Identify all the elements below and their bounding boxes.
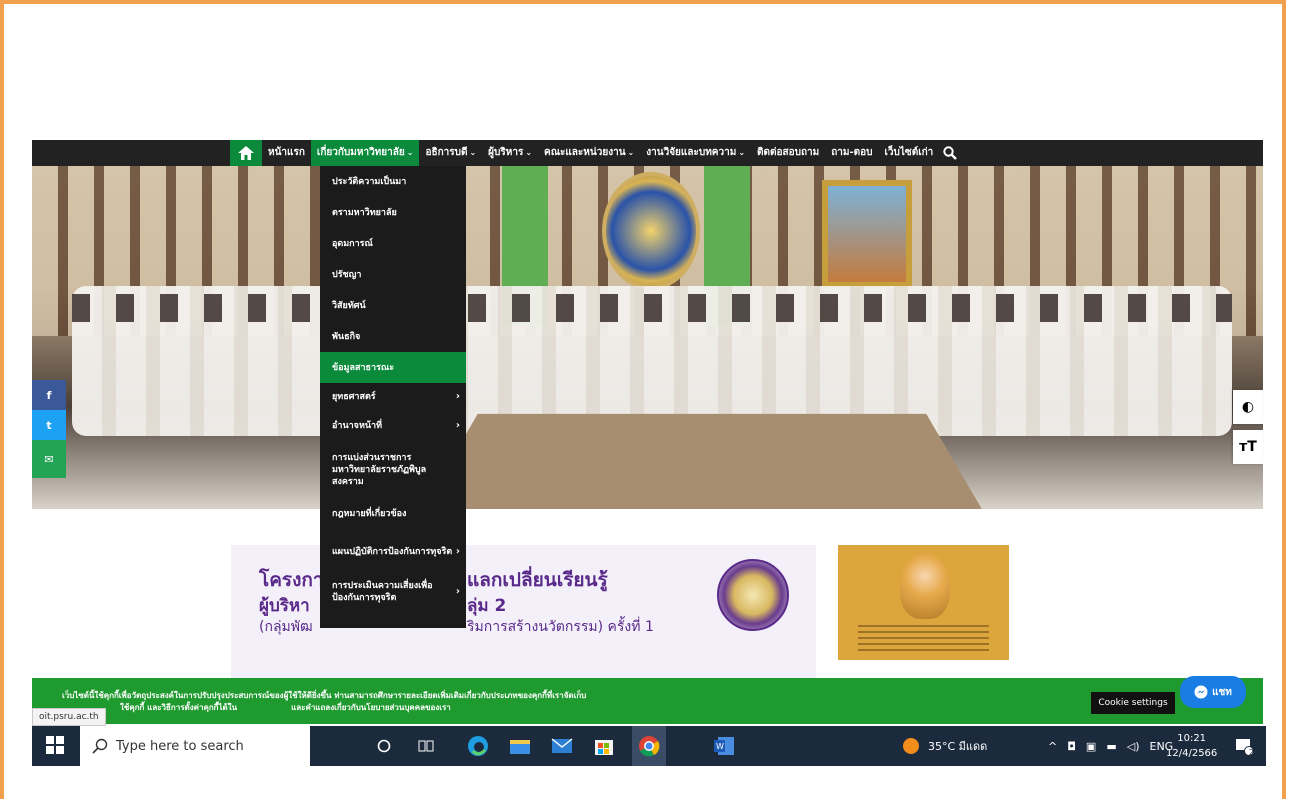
main-navigation: หน้าแรก เกี่ยวกับมหาวิทยาลัย ⌄ อธิการบดี ⌄… <box>32 140 1263 166</box>
search-icon <box>92 738 108 754</box>
dropdown-item-authority[interactable]: อำนาจหน้าที่ › <box>320 411 466 441</box>
messenger-icon <box>1194 685 1208 699</box>
contrast-toggle-button[interactable]: ◐ <box>1233 390 1263 424</box>
banner-fine-print <box>858 625 989 653</box>
dropdown-item-vision[interactable]: วิสัยทัศน์ <box>320 290 466 321</box>
chevron-right-icon: › <box>455 546 460 557</box>
task-view-icon[interactable] <box>414 734 438 758</box>
facebook-icon: f <box>46 388 52 402</box>
nav-item-executives[interactable]: ผู้บริหาร ⌄ <box>482 140 538 166</box>
nav-item-research[interactable]: งานวิจัยและบทความ ⌄ <box>640 140 751 166</box>
chevron-up-icon[interactable]: ^ <box>1048 740 1057 753</box>
agency-logo <box>717 559 789 631</box>
dropdown-item-risk-assessment[interactable]: การประเมินความเสี่ยงเพื่อป้องกันการทุจริ… <box>320 575 466 609</box>
dropdown-item-anti-corruption-plan[interactable]: แผนปฏิบัติการป้องกันการทุจริต › <box>320 529 466 575</box>
event-banner[interactable]: โครงกา แลกเปลี่ยนเรียนรู้ ผู้บริหา ลุ่ม … <box>231 545 816 685</box>
dropdown-item-laws[interactable]: กฎหมายที่เกี่ยวข้อง <box>320 499 466 529</box>
dropdown-item-strategy[interactable]: ยุทธศาสตร์ › <box>320 383 466 411</box>
network-icon[interactable]: ▣ <box>1086 740 1096 753</box>
banner-title-part: แลกเปลี่ยนเรียนรู้ <box>467 569 608 591</box>
royal-tribute-banner[interactable] <box>838 545 1009 660</box>
cortana-icon[interactable] <box>372 734 396 758</box>
royal-portrait <box>822 180 912 288</box>
svg-text:W: W <box>716 742 724 751</box>
banner-title-part: โครงกา <box>259 569 324 591</box>
hero-photo <box>32 166 1263 509</box>
dropdown-item-philosophy[interactable]: ปรัชญา <box>320 259 466 290</box>
file-explorer-icon[interactable] <box>508 734 532 758</box>
twitter-share-button[interactable]: t <box>32 410 66 440</box>
chevron-down-icon: ⌄ <box>738 148 746 157</box>
dropdown-item-mission[interactable]: พันธกิจ <box>320 321 466 352</box>
mail-icon[interactable] <box>550 734 574 758</box>
chevron-right-icon: › <box>455 391 460 402</box>
notification-count: 2 <box>1248 748 1254 757</box>
meeting-table <box>419 413 985 509</box>
volume-icon[interactable]: ◁) <box>1127 740 1140 753</box>
banner-detail-part: (กลุ่มพัฒ <box>259 619 313 635</box>
banner-subtitle-part: ลุ่ม 2 <box>467 596 507 616</box>
notification-center-icon[interactable]: 2 <box>1232 734 1256 758</box>
chevron-right-icon: › <box>455 586 460 597</box>
dropdown-item-ideology[interactable]: อุดมการณ์ <box>320 228 466 259</box>
banner-detail-part: ริมการสร้างนวัตกรรม) ครั้งที่ 1 <box>467 619 654 635</box>
system-tray: ^ ◘ ▣ ▬ ◁) ENG <box>1048 726 1173 766</box>
group-heads <box>72 294 1232 322</box>
chevron-down-icon: ⌄ <box>627 148 635 157</box>
nav-item-contact[interactable]: ติดต่อสอบถาม <box>751 140 825 166</box>
email-share-button[interactable]: ✉ <box>32 440 66 478</box>
university-seal <box>602 172 700 290</box>
taskbar-search-box[interactable]: Type here to search <box>80 726 310 766</box>
dropdown-item-divisions[interactable]: การแบ่งส่วนราชการ มหาวิทยาลัยราชภัฏพิบูล… <box>320 441 466 499</box>
nav-item-home[interactable]: หน้าแรก <box>262 140 311 166</box>
windows-taskbar: Type here to search W 35°C มีแดด ^ ◘ ▣ ▬… <box>32 726 1266 766</box>
royal-portrait-image <box>900 553 950 619</box>
taskbar-clock[interactable]: 10:21 12/4/2566 <box>1166 731 1217 761</box>
cookie-settings-button[interactable]: Cookie settings <box>1091 692 1175 714</box>
banner-subtitle-part: ผู้บริหา <box>259 596 310 616</box>
cookie-message: เว็บไซต์นี้ใช้คุกกี้เพื่อวัตถุประสงค์ในก… <box>62 691 587 712</box>
nav-item-faq[interactable]: ถาม-ตอบ <box>825 140 878 166</box>
nav-item-president[interactable]: อธิการบดี ⌄ <box>419 140 482 166</box>
search-icon[interactable] <box>939 140 961 166</box>
meet-now-icon[interactable]: ◘ <box>1067 740 1076 753</box>
about-dropdown-menu: ประวัติความเป็นมา ตรามหาวิทยาลัย อุดมการ… <box>320 166 466 628</box>
word-icon[interactable]: W <box>712 734 736 758</box>
battery-icon[interactable]: ▬ <box>1106 740 1116 753</box>
twitter-icon: t <box>46 418 52 432</box>
weather-widget[interactable]: 35°C มีแดด <box>902 726 987 766</box>
edge-browser-icon[interactable] <box>466 734 490 758</box>
microsoft-store-icon[interactable] <box>592 734 616 758</box>
chat-button[interactable]: แชท <box>1180 676 1246 708</box>
chevron-down-icon: ⌄ <box>406 148 414 157</box>
cookie-consent-bar: เว็บไซต์นี้ใช้คุกกี้เพื่อวัตถุประสงค์ในก… <box>32 676 1263 724</box>
windows-start-icon[interactable] <box>46 736 66 756</box>
chrome-browser-icon[interactable] <box>632 726 666 766</box>
chevron-down-icon: ⌄ <box>469 148 477 157</box>
chevron-down-icon: ⌄ <box>525 148 533 157</box>
dropdown-item-emblem[interactable]: ตรามหาวิทยาลัย <box>320 197 466 228</box>
chevron-right-icon: › <box>455 420 460 431</box>
facebook-share-button[interactable]: f <box>32 380 66 410</box>
sun-icon <box>903 738 919 754</box>
text-size-button[interactable]: тT <box>1233 430 1263 464</box>
text-size-icon: тT <box>1239 439 1257 455</box>
home-icon[interactable] <box>230 140 262 166</box>
status-bar-url: oit.psru.ac.th <box>32 708 106 726</box>
dropdown-item-public-info[interactable]: ข้อมูลสาธารณะ <box>320 352 466 383</box>
email-icon: ✉ <box>44 452 54 466</box>
nav-item-old-website[interactable]: เว็บไซต์เก่า <box>879 140 940 166</box>
contrast-icon: ◐ <box>1241 399 1255 415</box>
dropdown-item-history[interactable]: ประวัติความเป็นมา <box>320 166 466 197</box>
nav-item-about[interactable]: เกี่ยวกับมหาวิทยาลัย ⌄ <box>310 140 420 166</box>
nav-item-faculties[interactable]: คณะและหน่วยงาน ⌄ <box>538 140 640 166</box>
